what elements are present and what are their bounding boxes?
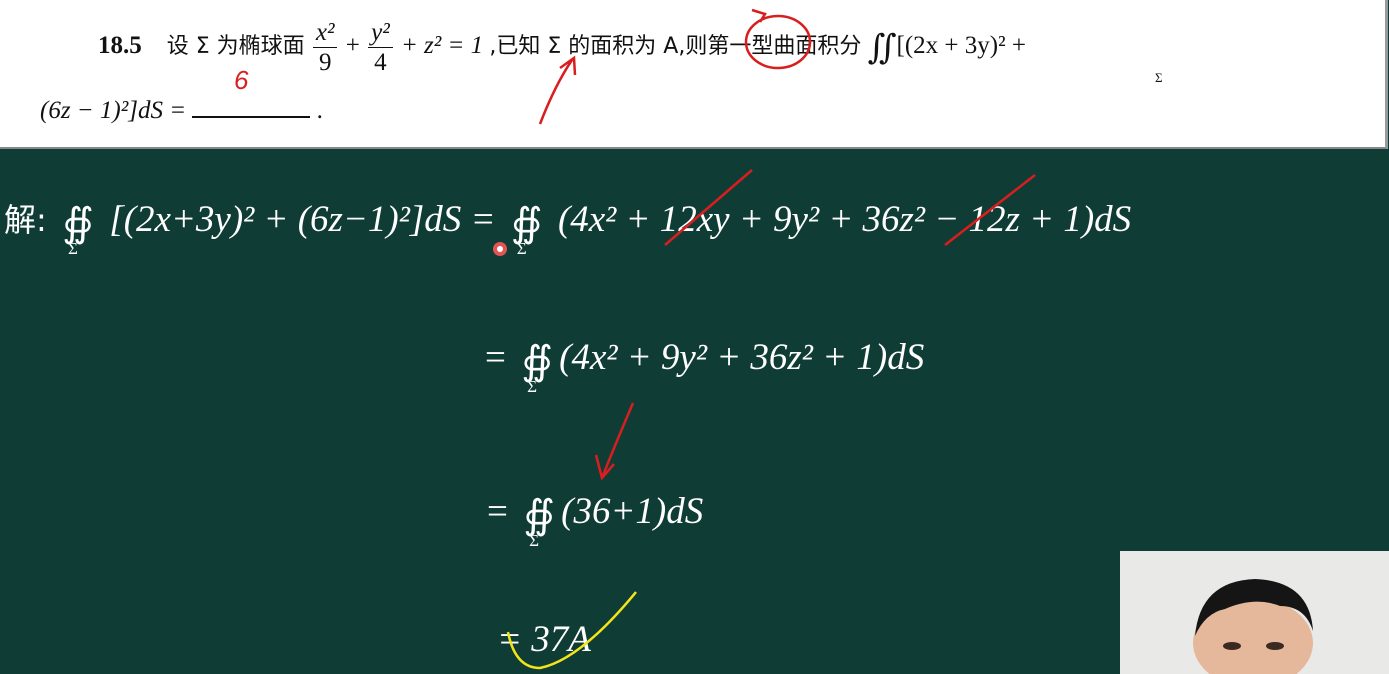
problem-number: 18.5 <box>98 32 142 60</box>
surface-integral-icon: ∯ Σ <box>510 200 543 259</box>
problem-line-2: (6z − 1)²]dS = . <box>40 96 323 125</box>
arrow-down-icon <box>594 402 635 481</box>
solution-label: 解: <box>4 201 47 239</box>
final-answer: = 37A <box>497 619 591 660</box>
webcam-inset <box>1120 551 1389 674</box>
line3-expr: (36+1)dS <box>561 491 704 532</box>
surface-integral-icon: ∯ Σ <box>521 338 553 397</box>
surface-integral-icon: ∯ Σ <box>62 200 94 259</box>
line1-rhs: (4x² + 12xy + 9y² + 36z² − 12z + 1)dS <box>557 199 1132 240</box>
solution-line-4: = 37A <box>497 618 591 661</box>
problem-text-a: 设 Σ 为椭球面 <box>166 34 305 60</box>
line2-expression: (6z − 1)²]dS = <box>40 97 187 124</box>
fraction-y: y² 4 <box>368 20 393 75</box>
equals-sign: = <box>487 491 518 532</box>
fraction-x: x² 9 <box>312 20 338 75</box>
presenter-image <box>1193 579 1313 674</box>
equals-sign: = <box>485 337 516 378</box>
problem-sigma: Σ <box>1155 70 1163 85</box>
solution-line-3: = ∯ Σ (36+1)dS <box>487 490 704 551</box>
problem-line-1: 18.5 设 Σ 为椭球面 x² 9 + y² 4 + z² = 1 ,已知 Σ… <box>98 20 1026 75</box>
line2-period: . <box>316 97 323 124</box>
plus-sign: + <box>345 32 360 60</box>
surface-integral-icon: ∯ Σ <box>523 492 555 551</box>
integral-tail: [(2x + 3y)² + <box>896 32 1026 60</box>
line1-lhs: [(2x+3y)² + (6z−1)²]dS = <box>109 199 496 240</box>
problem-panel: 18.5 设 Σ 为椭球面 x² 9 + y² 4 + z² = 1 ,已知 Σ… <box>0 0 1388 149</box>
double-integral-icon: ∬ <box>867 29 897 67</box>
solution-line-1: 解: ∯ Σ [(2x+3y)² + (6z−1)²]dS = ∯ Σ (4x² +… <box>4 195 1132 259</box>
solution-line-2: = ∯ Σ (4x² + 9y² + 36z² + 1)dS <box>485 336 925 397</box>
line2-expr: (4x² + 9y² + 36z² + 1)dS <box>559 337 925 378</box>
answer-blank <box>192 96 311 118</box>
equation-rest: + z² = 1 <box>400 32 484 60</box>
problem-text-b: ,已知 Σ 的面积为 A,则第一型曲面积分 <box>489 34 862 60</box>
